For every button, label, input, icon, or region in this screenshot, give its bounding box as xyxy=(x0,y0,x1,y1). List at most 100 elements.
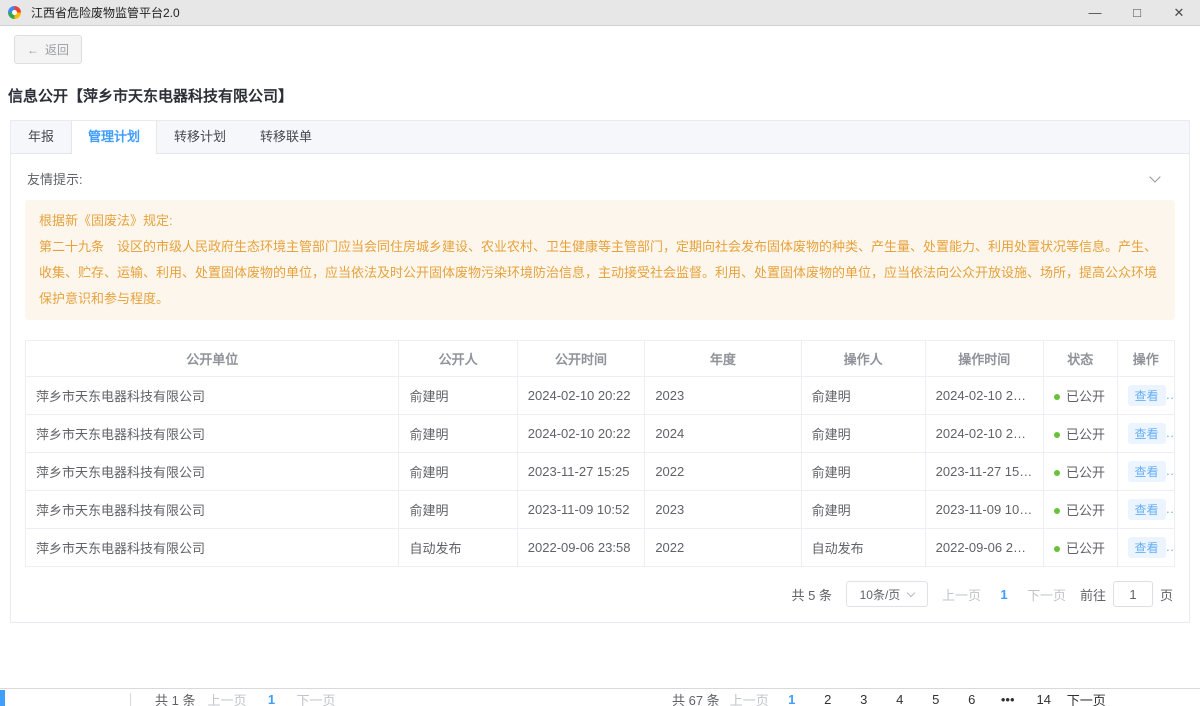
pagination-total: 共 1 条 xyxy=(155,690,195,706)
table-row: 萍乡市天东电器科技有限公司 自动发布 2022-09-06 23:58 2022… xyxy=(26,529,1175,567)
bottom-right-pagination: 共 67 条 上一页 1 2 3 4 5 6 ••• 14 下一页 xyxy=(672,690,1106,706)
status-label: 已公开 xyxy=(1066,389,1105,404)
collapse-chevron-icon[interactable] xyxy=(1149,171,1160,182)
col-header-operate-time: 操作时间 xyxy=(925,341,1043,377)
regulation-notice-title: 根据新《固废法》规定: xyxy=(39,208,1161,234)
tab-management-plan[interactable]: 管理计划 xyxy=(71,121,157,154)
goto-page: 前往 页 xyxy=(1080,581,1173,607)
prev-page-button[interactable]: 上一页 xyxy=(730,690,769,706)
cell-operator: 俞建明 xyxy=(801,491,925,529)
cell-unit: 萍乡市天东电器科技有限公司 xyxy=(26,453,399,491)
cell-publisher: 自动发布 xyxy=(399,529,517,567)
cell-status: 已公开 xyxy=(1043,529,1117,567)
goto-label: 前往 xyxy=(1080,585,1106,604)
cell-operate-time: 2024-02-10 20:22 xyxy=(925,415,1043,453)
status-label: 已公开 xyxy=(1066,503,1105,518)
next-page-button[interactable]: 下一页 xyxy=(296,690,335,706)
cell-unit: 萍乡市天东电器科技有限公司 xyxy=(26,377,399,415)
page-number-1[interactable]: 1 xyxy=(779,692,805,706)
page-number-14[interactable]: 14 xyxy=(1031,692,1057,706)
table-row: 萍乡市天东电器科技有限公司 俞建明 2023-11-09 10:52 2023 … xyxy=(26,491,1175,529)
cell-publish-time: 2023-11-09 10:52 xyxy=(517,491,645,529)
cell-operate-time: 2022-09-06 23:58 xyxy=(925,529,1043,567)
view-button[interactable]: 查看 xyxy=(1128,499,1166,520)
col-header-year: 年度 xyxy=(645,341,801,377)
top-toolbar: ← 返回 xyxy=(0,26,1200,64)
close-button[interactable]: ✕ xyxy=(1158,0,1200,25)
view-button[interactable]: 查看 xyxy=(1128,385,1166,406)
next-page-button[interactable]: 下一页 xyxy=(1027,585,1066,604)
tab-transfer-plan[interactable]: 转移计划 xyxy=(157,121,243,153)
cell-operate-time: 2023-11-09 10:52 xyxy=(925,491,1043,529)
page-number-1[interactable]: 1 xyxy=(258,692,284,706)
page-number-1[interactable]: 1 xyxy=(995,587,1013,602)
page-number-2[interactable]: 2 xyxy=(815,692,841,706)
status-dot-icon xyxy=(1054,546,1060,552)
cell-year: 2024 xyxy=(645,415,801,453)
cell-action: 查看 xyxy=(1117,491,1174,529)
cell-status: 已公开 xyxy=(1043,377,1117,415)
prev-page-button[interactable]: 上一页 xyxy=(207,690,246,706)
bottom-divider xyxy=(0,688,1200,689)
view-button[interactable]: 查看 xyxy=(1128,537,1166,558)
cell-operator: 俞建明 xyxy=(801,415,925,453)
cell-action: 查看 xyxy=(1117,453,1174,491)
page-size-value: 10条/页 xyxy=(860,586,901,603)
cell-publisher: 俞建明 xyxy=(399,491,517,529)
cell-year: 2022 xyxy=(645,453,801,491)
cell-operate-time: 2024-02-10 20:22 xyxy=(925,377,1043,415)
cell-publish-time: 2024-02-10 20:22 xyxy=(517,377,645,415)
table-row: 萍乡市天东电器科技有限公司 俞建明 2023-11-27 15:25 2022 … xyxy=(26,453,1175,491)
more-pages-icon[interactable]: ••• xyxy=(995,692,1021,706)
cell-unit: 萍乡市天东电器科技有限公司 xyxy=(26,491,399,529)
cell-operator: 俞建明 xyxy=(801,377,925,415)
col-header-unit: 公开单位 xyxy=(26,341,399,377)
window-title: 江西省危险废物监管平台2.0 xyxy=(31,4,180,21)
minimize-button[interactable]: — xyxy=(1074,0,1116,25)
back-button[interactable]: ← 返回 xyxy=(14,35,82,64)
cell-publish-time: 2024-02-10 20:22 xyxy=(517,415,645,453)
cell-publish-time: 2022-09-06 23:58 xyxy=(517,529,645,567)
page-title: 信息公开【萍乡市天东电器科技有限公司】 xyxy=(8,85,1200,106)
tab-annual-report[interactable]: 年报 xyxy=(11,121,71,153)
tab-transfer-manifest[interactable]: 转移联单 xyxy=(243,121,329,153)
col-header-status: 状态 xyxy=(1043,341,1117,377)
chevron-down-icon xyxy=(907,588,915,596)
cell-status: 已公开 xyxy=(1043,453,1117,491)
page-number-6[interactable]: 6 xyxy=(959,692,985,706)
view-button[interactable]: 查看 xyxy=(1128,423,1166,444)
cell-publish-time: 2023-11-27 15:25 xyxy=(517,453,645,491)
tab-panel-management-plan: 友情提示: 根据新《固废法》规定: 第二十九条 设区的市级人民政府生态环境主管部… xyxy=(11,154,1189,622)
page-number-3[interactable]: 3 xyxy=(851,692,877,706)
app-logo-icon xyxy=(8,6,21,19)
maximize-button[interactable]: □ xyxy=(1116,0,1158,25)
cell-operator: 俞建明 xyxy=(801,453,925,491)
view-button[interactable]: 查看 xyxy=(1128,461,1166,482)
pagination-total: 共 67 条 xyxy=(672,690,720,706)
status-dot-icon xyxy=(1054,470,1060,476)
regulation-notice-box: 根据新《固废法》规定: 第二十九条 设区的市级人民政府生态环境主管部门应当会同住… xyxy=(25,200,1175,320)
table-pagination: 共 5 条 10条/页 上一页 1 下一页 前往 页 xyxy=(25,581,1175,607)
prev-page-button[interactable]: 上一页 xyxy=(942,585,981,604)
page-number-4[interactable]: 4 xyxy=(887,692,913,706)
status-dot-icon xyxy=(1054,508,1060,514)
bottom-scroll-accent xyxy=(0,690,5,706)
cell-year: 2023 xyxy=(645,491,801,529)
table-row: 萍乡市天东电器科技有限公司 俞建明 2024-02-10 20:22 2024 … xyxy=(26,415,1175,453)
status-label: 已公开 xyxy=(1066,427,1105,442)
table-header-row: 公开单位 公开人 公开时间 年度 操作人 操作时间 状态 操作 xyxy=(26,341,1175,377)
page-size-select[interactable]: 10条/页 xyxy=(846,581,928,607)
disclosure-table: 公开单位 公开人 公开时间 年度 操作人 操作时间 状态 操作 萍乡市天东电器科… xyxy=(25,340,1175,567)
page-number-5[interactable]: 5 xyxy=(923,692,949,706)
goto-page-input[interactable] xyxy=(1113,581,1153,607)
status-label: 已公开 xyxy=(1066,541,1105,556)
col-header-publisher: 公开人 xyxy=(399,341,517,377)
notice-header: 友情提示: xyxy=(25,169,1175,188)
next-page-button[interactable]: 下一页 xyxy=(1067,690,1106,706)
regulation-notice-text: 第二十九条 设区的市级人民政府生态环境主管部门应当会同住房城乡建设、农业农村、卫… xyxy=(39,234,1161,312)
cell-publisher: 俞建明 xyxy=(399,377,517,415)
bottom-left-pagination: 共 1 条 上一页 1 下一页 xyxy=(155,690,336,706)
back-button-label: 返回 xyxy=(45,41,69,58)
cell-action: 查看 xyxy=(1117,377,1174,415)
cell-publisher: 俞建明 xyxy=(399,453,517,491)
